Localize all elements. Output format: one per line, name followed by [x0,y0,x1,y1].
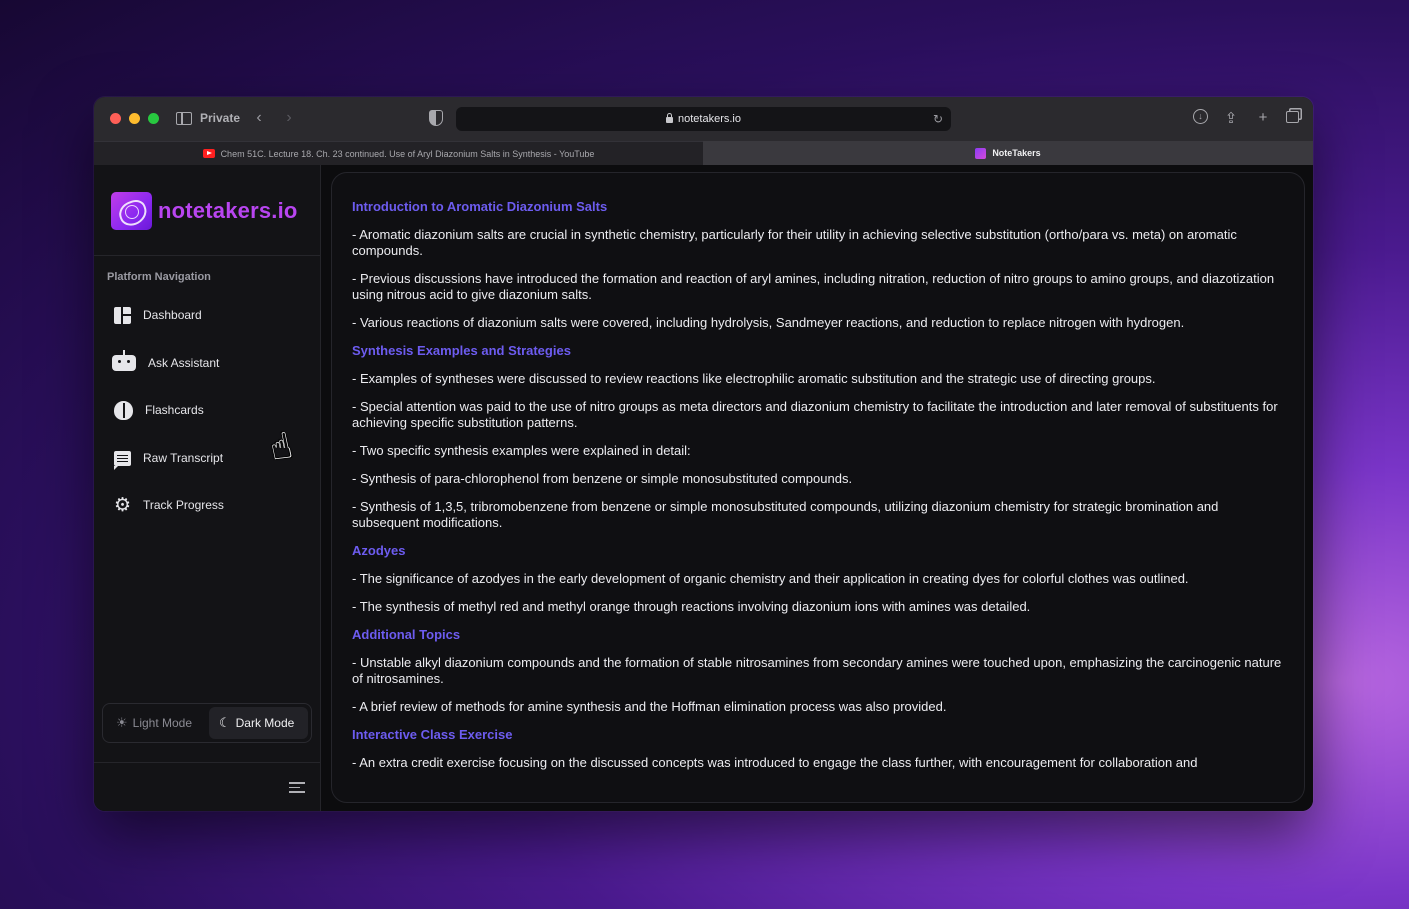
privacy-shield-icon[interactable] [429,110,443,126]
close-window-button[interactable] [110,113,121,124]
reload-icon[interactable]: ↻ [933,112,943,126]
note-item: - Previous discussions have introduced t… [352,271,1275,302]
dashboard-icon [114,306,131,324]
note-item: - The significance of azodyes in the ear… [352,571,1189,586]
notetakers-icon [975,147,987,159]
note-item: - Special attention was paid to the use … [352,399,1278,430]
moon-icon: ☾ [218,715,231,730]
section-title: Interactive Class Exercise [352,727,513,742]
nav-heading: Platform Navigation [107,271,211,283]
notes-panel: Introduction to Aromatic Diazonium Salts… [331,172,1305,803]
tab-overview-icon[interactable] [1286,111,1299,123]
brain-icon [114,400,133,420]
note-item: - Synthesis of 1,3,5, tribromobenzene fr… [352,499,1219,530]
dark-mode-button[interactable]: ☾ Dark Mode [208,707,308,739]
sidebar-item-label: Flashcards [145,403,204,417]
toolbar-left: Private ‹ › [176,109,300,127]
brand[interactable]: notetakers.io [111,192,298,230]
tab-label: NoteTakers [992,148,1041,158]
sidebar-item-track-progress[interactable]: ⚙ Track Progress [114,493,224,517]
new-tab-icon[interactable]: + [1254,109,1272,127]
forward-icon[interactable]: › [278,109,300,127]
back-icon[interactable]: ‹ [248,109,270,127]
window-controls [110,113,159,124]
light-mode-label: Light Mode [132,716,193,730]
note-item: - A brief review of methods for amine sy… [352,699,947,714]
sidebar-toggle-icon[interactable] [176,111,192,125]
theme-mode-switch: ☀ Light Mode ☾ Dark Mode [102,703,312,743]
sidebar-item-label: Ask Assistant [148,356,220,370]
chat-icon [114,450,131,470]
note-item: - Two specific synthesis examples were e… [352,443,691,458]
sidebar-item-flashcards[interactable]: Flashcards [114,398,204,422]
sidebar-item-dashboard[interactable]: Dashboard [114,303,202,327]
toolbar-right: ↓ ⇪ + [1193,109,1299,127]
tab-label: Chem 51C. Lecture 18. Ch. 23 continued. … [220,148,595,159]
tab-youtube[interactable]: Chem 51C. Lecture 18. Ch. 23 continued. … [94,141,703,165]
lock-icon [666,113,673,123]
note-item: - The synthesis of methyl red and methyl… [352,599,1031,614]
sidebar-item-label: Raw Transcript [143,451,224,465]
gear-icon: ⚙ [114,494,132,516]
note-item: - Aromatic diazonium salts are crucial i… [352,227,1237,258]
sun-icon: ☀ [116,715,128,730]
hand-cursor-icon: ☝ [265,424,296,469]
sidebar-item-raw-transcript[interactable]: Raw Transcript [114,446,223,470]
sidebar: notetakers.io Platform Navigation Dashbo… [94,165,321,811]
brand-name: notetakers.io [158,198,298,223]
zoom-window-button[interactable] [148,113,159,124]
note-item: - Examples of syntheses were discussed t… [352,371,1156,386]
light-mode-button[interactable]: ☀ Light Mode [106,707,209,739]
sidebar-item-label: Track Progress [143,498,224,512]
share-icon[interactable]: ⇪ [1222,109,1240,127]
app-body: notetakers.io Platform Navigation Dashbo… [94,165,1313,811]
tab-notetakers[interactable]: NoteTakers [703,141,1313,165]
divider [94,255,320,256]
sidebar-item-label: Dashboard [143,308,202,322]
section-title: Introduction to Aromatic Diazonium Salts [352,199,608,214]
section-title: Additional Topics [352,627,461,642]
address-bar[interactable]: notetakers.io ↻ [456,107,951,131]
note-item: - An extra credit exercise focusing on t… [352,755,1198,770]
dark-mode-label: Dark Mode [235,716,295,730]
sidebar-item-ask-assistant[interactable]: Ask Assistant [112,350,220,375]
browser-window: Private ‹ › notetakers.io ↻ ↓ ⇪ + Chem 5… [94,97,1313,811]
browser-toolbar: Private ‹ › notetakers.io ↻ ↓ ⇪ + [94,97,1313,141]
robot-icon [112,350,136,371]
collapse-sidebar-icon[interactable] [289,782,305,794]
note-item: - Various reactions of diazonium salts w… [352,315,1185,330]
download-icon[interactable]: ↓ [1193,109,1208,124]
youtube-icon [202,149,215,158]
section-title: Synthesis Examples and Strategies [352,343,571,358]
private-label: Private [200,111,241,125]
minimize-window-button[interactable] [129,113,140,124]
brand-logo-icon [111,192,152,230]
tab-bar: Chem 51C. Lecture 18. Ch. 23 continued. … [94,141,1313,165]
url-text: notetakers.io [678,113,741,125]
section-title: Azodyes [352,543,406,558]
divider [94,762,320,763]
note-item: - Synthesis of para-chlorophenol from be… [352,471,853,486]
note-item: - Unstable alkyl diazonium compounds and… [352,655,1282,686]
